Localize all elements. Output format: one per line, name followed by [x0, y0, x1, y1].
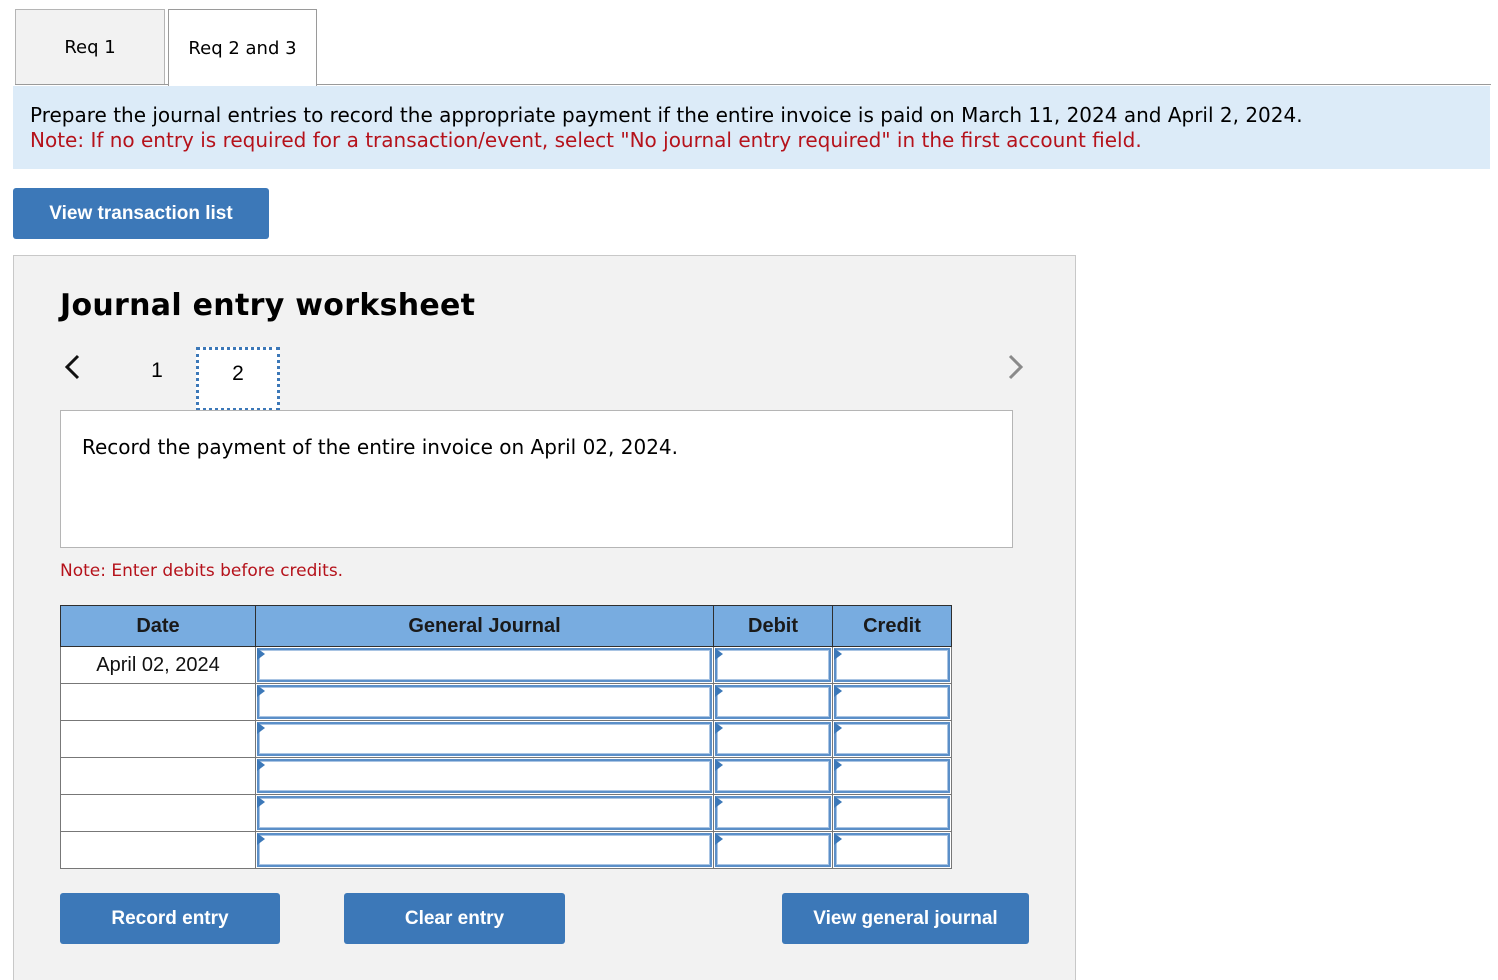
account-input[interactable]: [257, 685, 712, 719]
record-entry-button[interactable]: Record entry: [60, 893, 280, 944]
header-debit: Debit: [713, 605, 833, 647]
account-cell: [255, 831, 714, 869]
debit-input[interactable]: [715, 722, 831, 756]
journal-row: [60, 757, 952, 795]
dropdown-flag-icon: [834, 685, 842, 697]
worksheet-title: Journal entry worksheet: [60, 288, 476, 323]
journal-row: [60, 683, 952, 721]
credit-input[interactable]: [834, 796, 950, 830]
journal-table: Date General Journal Debit Credit April …: [60, 605, 952, 869]
requirement-tabs: Req 1 Req 2 and 3: [15, 9, 1491, 86]
worksheet-page-1[interactable]: 1: [115, 347, 199, 411]
debit-input[interactable]: [715, 796, 831, 830]
credit-cell: [832, 757, 952, 795]
dropdown-flag-icon: [715, 648, 723, 660]
dropdown-flag-icon: [834, 833, 842, 845]
dropdown-flag-icon: [257, 648, 265, 660]
tab-req-2-and-3[interactable]: Req 2 and 3: [168, 9, 317, 86]
dropdown-flag-icon: [715, 833, 723, 845]
debit-input[interactable]: [715, 759, 831, 793]
dropdown-flag-icon: [257, 833, 265, 845]
account-cell: [255, 683, 714, 721]
dropdown-flag-icon: [834, 722, 842, 734]
view-general-journal-button[interactable]: View general journal: [782, 893, 1029, 944]
debit-cell: [713, 794, 833, 832]
dropdown-flag-icon: [715, 759, 723, 771]
credit-input[interactable]: [834, 833, 950, 867]
journal-row: [60, 794, 952, 832]
debit-input[interactable]: [715, 648, 831, 682]
account-cell: [255, 794, 714, 832]
instructions-note: Note: If no entry is required for a tran…: [30, 128, 1142, 152]
account-cell: [255, 757, 714, 795]
journal-row: [60, 831, 952, 869]
debit-input[interactable]: [715, 833, 831, 867]
date-cell: [60, 683, 256, 721]
journal-entry-worksheet: Journal entry worksheet 1 2 Record the p…: [13, 255, 1076, 980]
account-input[interactable]: [257, 833, 712, 867]
view-transaction-list-button[interactable]: View transaction list: [13, 188, 269, 239]
credit-input[interactable]: [834, 759, 950, 793]
account-cell: [255, 720, 714, 758]
credit-cell: [832, 831, 952, 869]
dropdown-flag-icon: [715, 722, 723, 734]
header-date: Date: [60, 605, 256, 647]
dropdown-flag-icon: [715, 796, 723, 808]
debit-input[interactable]: [715, 685, 831, 719]
header-credit: Credit: [832, 605, 952, 647]
debit-cell: [713, 646, 833, 684]
worksheet-page-2[interactable]: 2: [196, 347, 280, 411]
date-cell: [60, 757, 256, 795]
credit-cell: [832, 720, 952, 758]
clear-entry-button[interactable]: Clear entry: [344, 893, 565, 944]
debit-cell: [713, 831, 833, 869]
credit-cell: [832, 683, 952, 721]
transaction-description: Record the payment of the entire invoice…: [60, 410, 1013, 548]
dropdown-flag-icon: [715, 685, 723, 697]
date-cell: [60, 831, 256, 869]
credit-input[interactable]: [834, 648, 950, 682]
tab-req-1[interactable]: Req 1: [15, 9, 165, 85]
instructions-text: Prepare the journal entries to record th…: [30, 103, 1303, 127]
account-input[interactable]: [257, 796, 712, 830]
dropdown-flag-icon: [834, 759, 842, 771]
dropdown-flag-icon: [257, 759, 265, 771]
dropdown-flag-icon: [257, 685, 265, 697]
account-input[interactable]: [257, 722, 712, 756]
dropdown-flag-icon: [257, 796, 265, 808]
dropdown-flag-icon: [257, 722, 265, 734]
journal-row: [60, 720, 952, 758]
instructions-banner: Prepare the journal entries to record th…: [13, 86, 1490, 169]
account-input[interactable]: [257, 759, 712, 793]
debit-cell: [713, 683, 833, 721]
credit-input[interactable]: [834, 685, 950, 719]
chevron-left-icon[interactable]: [61, 352, 85, 382]
dropdown-flag-icon: [834, 796, 842, 808]
date-cell: April 02, 2024: [60, 646, 256, 684]
account-input[interactable]: [257, 648, 712, 682]
header-general-journal: General Journal: [255, 605, 714, 647]
journal-header-row: Date General Journal Debit Credit: [60, 605, 952, 647]
account-cell: [255, 646, 714, 684]
date-cell: [60, 720, 256, 758]
date-cell: [60, 794, 256, 832]
credit-cell: [832, 794, 952, 832]
credit-input[interactable]: [834, 722, 950, 756]
chevron-right-icon[interactable]: [1004, 352, 1028, 382]
dropdown-flag-icon: [834, 648, 842, 660]
credit-cell: [832, 646, 952, 684]
debit-cell: [713, 720, 833, 758]
debit-cell: [713, 757, 833, 795]
debits-credits-note: Note: Enter debits before credits.: [60, 561, 344, 581]
journal-row: April 02, 2024: [60, 646, 952, 684]
